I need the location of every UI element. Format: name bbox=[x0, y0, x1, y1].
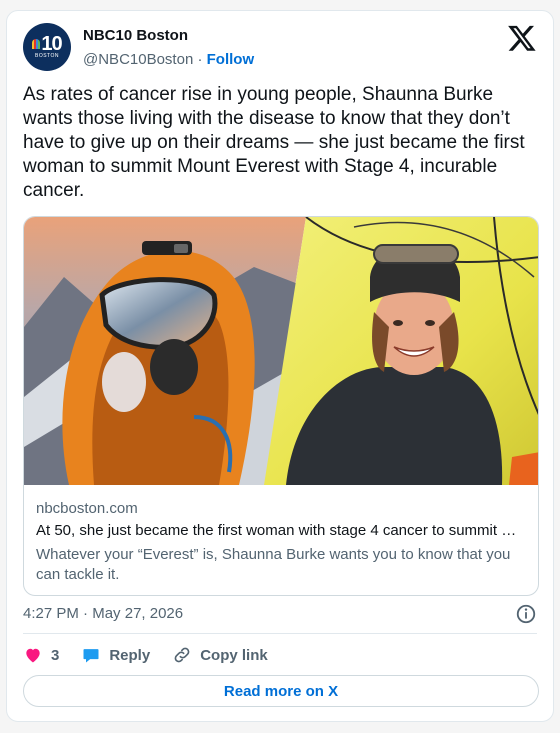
info-icon[interactable] bbox=[515, 603, 537, 625]
copy-link-button[interactable]: Copy link bbox=[172, 645, 268, 665]
link-title[interactable]: At 50, she just became the first woman w… bbox=[36, 522, 526, 539]
avatar-logo: 10 bbox=[32, 34, 63, 54]
tweet-header: 10 BOSTON NBC10 Boston @NBC10Boston · Fo… bbox=[23, 23, 537, 73]
like-button[interactable]: 3 bbox=[23, 645, 59, 665]
link-icon bbox=[174, 647, 190, 663]
reply-button[interactable]: Reply bbox=[81, 645, 150, 665]
handle-row: @NBC10Boston · Follow bbox=[83, 51, 254, 68]
heart-icon bbox=[26, 648, 40, 663]
separator-dot: · bbox=[197, 51, 203, 68]
action-bar: 3 Reply Copy link bbox=[23, 643, 290, 667]
like-count: 3 bbox=[51, 646, 60, 664]
tweet-embed-card: 10 BOSTON NBC10 Boston @NBC10Boston · Fo… bbox=[6, 10, 554, 722]
link-preview-card[interactable]: nbcboston.com At 50, she just became the… bbox=[23, 216, 539, 596]
speech-bubble-icon bbox=[83, 649, 99, 663]
reply-label: Reply bbox=[109, 646, 151, 664]
tweet-date: May 27, 2026 bbox=[92, 605, 184, 622]
tweet-text: As rates of cancer rise in young people,… bbox=[23, 84, 525, 201]
follow-button[interactable]: Follow bbox=[207, 51, 255, 68]
copy-link-label: Copy link bbox=[200, 646, 268, 664]
account-name[interactable]: NBC10 Boston bbox=[83, 27, 188, 44]
link-description: Whatever your “Everest” is, Shaunna Burk… bbox=[36, 546, 511, 583]
read-more-button[interactable]: Read more on X bbox=[23, 675, 539, 707]
tweet-timestamp[interactable]: 4:27 PM · May 27, 2026 bbox=[23, 605, 183, 622]
divider bbox=[23, 633, 537, 634]
avatar-logo-subtext: BOSTON bbox=[34, 53, 60, 59]
separator-dot: · bbox=[83, 605, 89, 622]
account-handle[interactable]: @NBC10Boston bbox=[83, 51, 193, 68]
avatar[interactable]: 10 BOSTON bbox=[23, 23, 71, 71]
link-domain: nbcboston.com bbox=[36, 500, 138, 517]
x-logo-icon[interactable] bbox=[507, 23, 537, 53]
tweet-time: 4:27 PM bbox=[23, 605, 79, 622]
article-image bbox=[24, 217, 538, 485]
